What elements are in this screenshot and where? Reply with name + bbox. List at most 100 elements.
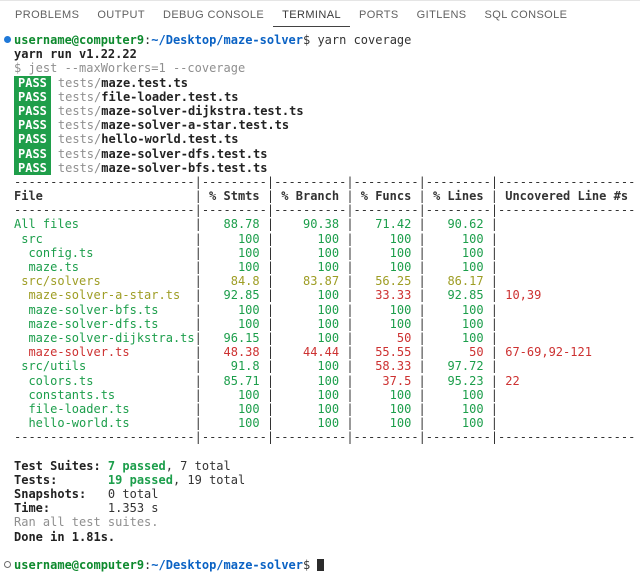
test-dir: tests/ — [58, 161, 101, 175]
terminal[interactable]: username@computer9:~/Desktop/maze-solver… — [0, 27, 640, 572]
branch-cell: 44.44 — [267, 345, 346, 359]
funcs-cell: 100 — [346, 402, 418, 416]
header-lines: % Lines — [419, 189, 491, 203]
test-result-line: PASStests/maze-solver-bfs.test.ts — [14, 161, 640, 175]
funcs-cell: 71.42 — [346, 217, 418, 231]
tab-terminal[interactable]: TERMINAL — [273, 3, 350, 27]
funcs-cell: 100 — [346, 260, 418, 274]
file-cell: src/solvers — [14, 274, 195, 288]
test-file: hello-world.test.ts — [101, 132, 238, 146]
file-cell: file-loader.ts — [14, 402, 195, 416]
stmts-cell: 88.78 — [195, 217, 267, 231]
yarn-done-line: Done in 1.81s. — [14, 530, 640, 544]
file-cell: constants.ts — [14, 388, 195, 402]
table-separator: -------------------------|---------|----… — [14, 175, 640, 189]
file-cell: maze-solver-dfs.ts — [14, 317, 195, 331]
table-row: maze-solver-dfs.ts100100100100 — [14, 317, 640, 331]
lines-cell: 50 — [419, 345, 491, 359]
branch-cell: 100 — [267, 232, 346, 246]
test-dir: tests/ — [58, 76, 101, 90]
lines-cell: 100 — [419, 317, 491, 331]
file-cell: maze-solver-bfs.ts — [14, 303, 195, 317]
table-row: All files88.7890.3871.4290.62 — [14, 217, 640, 231]
lines-cell: 100 — [419, 388, 491, 402]
stmts-cell: 100 — [195, 260, 267, 274]
summary-label: Test Suites: — [14, 459, 108, 473]
test-dir: tests/ — [58, 147, 101, 161]
stmts-cell: 100 — [195, 232, 267, 246]
tab-ports[interactable]: PORTS — [350, 3, 408, 27]
file-cell: maze-solver-a-star.ts — [14, 288, 195, 302]
table-row: maze-solver-dijkstra.ts96.1510050100 — [14, 331, 640, 345]
terminal-prompt-line: username@computer9:~/Desktop/maze-solver… — [14, 33, 640, 47]
lines-cell: 95.23 — [419, 374, 491, 388]
test-file: maze-solver-bfs.test.ts — [101, 161, 267, 175]
table-row: maze-solver-a-star.ts92.8510033.3392.851… — [14, 288, 640, 302]
stmts-cell: 91.8 — [195, 359, 267, 373]
branch-cell: 100 — [267, 260, 346, 274]
lines-cell: 100 — [419, 402, 491, 416]
stmts-cell: 85.71 — [195, 374, 267, 388]
table-header-row: File% Stmts% Branch% Funcs% LinesUncover… — [14, 189, 640, 203]
file-cell: maze.ts — [14, 260, 195, 274]
yarn-run-line: yarn run v1.22.22 — [14, 47, 640, 61]
file-cell: All files — [14, 217, 195, 231]
table-separator: -------------------------|---------|----… — [14, 430, 640, 444]
tab-sql-console[interactable]: SQL CONSOLE — [476, 3, 577, 27]
lines-cell: 100 — [419, 331, 491, 345]
table-row: file-loader.ts100100100100 — [14, 402, 640, 416]
blank-line — [14, 544, 640, 558]
test-file: maze-solver-a-star.test.ts — [101, 118, 289, 132]
header-branch: % Branch — [267, 189, 346, 203]
table-row: src100100100100 — [14, 232, 640, 246]
test-result-line: PASStests/maze-solver-dfs.test.ts — [14, 147, 640, 161]
prompt-dollar: $ — [303, 558, 310, 572]
tab-output[interactable]: OUTPUT — [88, 3, 154, 27]
prompt-path: ~/Desktop/maze-solver — [151, 33, 303, 47]
test-dir: tests/ — [58, 104, 101, 118]
summary-passed-count: 7 passed — [108, 459, 166, 473]
branch-cell: 100 — [267, 331, 346, 345]
table-row: maze-solver-bfs.ts100100100100 — [14, 303, 640, 317]
funcs-cell: 100 — [346, 388, 418, 402]
summary-label: Snapshots: — [14, 487, 108, 501]
tab-gitlens[interactable]: GITLENS — [408, 3, 476, 27]
lines-cell: 100 — [419, 246, 491, 260]
branch-cell: 100 — [267, 402, 346, 416]
vscode-bottom-panel: PROBLEMSOUTPUTDEBUG CONSOLETERMINALPORTS… — [0, 0, 640, 578]
uncovered-cell: 22 — [491, 374, 635, 388]
tab-problems[interactable]: PROBLEMS — [6, 3, 88, 27]
terminal-prompt-line: username@computer9:~/Desktop/maze-solver… — [14, 558, 640, 572]
prompt-path: ~/Desktop/maze-solver — [151, 558, 303, 572]
test-dir: tests/ — [58, 118, 101, 132]
file-cell: src/utils — [14, 359, 195, 373]
ran-all-suites-line: Ran all test suites. — [14, 515, 640, 529]
funcs-cell: 100 — [346, 246, 418, 260]
branch-cell: 83.87 — [267, 274, 346, 288]
file-cell: maze-solver-dijkstra.ts — [14, 331, 195, 345]
funcs-cell: 33.33 — [346, 288, 418, 302]
typed-command: yarn coverage — [310, 33, 411, 47]
jest-command-line: $ jest --maxWorkers=1 --coverage — [14, 61, 640, 75]
header-file: File — [14, 189, 195, 203]
stmts-cell: 84.8 — [195, 274, 267, 288]
tab-debug-console[interactable]: DEBUG CONSOLE — [154, 3, 273, 27]
panel-tab-bar: PROBLEMSOUTPUTDEBUG CONSOLETERMINALPORTS… — [0, 0, 640, 27]
lines-cell: 86.17 — [419, 274, 491, 288]
file-cell: hello-world.ts — [14, 416, 195, 430]
test-dir: tests/ — [58, 90, 101, 104]
stmts-cell: 96.15 — [195, 331, 267, 345]
pass-badge: PASS — [14, 132, 51, 146]
branch-cell: 100 — [267, 359, 346, 373]
command-pending-decoration-icon[interactable] — [4, 561, 11, 568]
test-result-line: PASStests/hello-world.test.ts — [14, 132, 640, 146]
uncovered-cell: 10,39 — [491, 288, 635, 302]
command-success-decoration-icon[interactable] — [4, 36, 11, 43]
stmts-cell: 100 — [195, 416, 267, 430]
summary-passed-count: 19 passed — [108, 473, 173, 487]
blank-line — [14, 444, 640, 458]
lines-cell: 100 — [419, 416, 491, 430]
lines-cell: 100 — [419, 260, 491, 274]
branch-cell: 90.38 — [267, 217, 346, 231]
pass-badge: PASS — [14, 76, 51, 90]
